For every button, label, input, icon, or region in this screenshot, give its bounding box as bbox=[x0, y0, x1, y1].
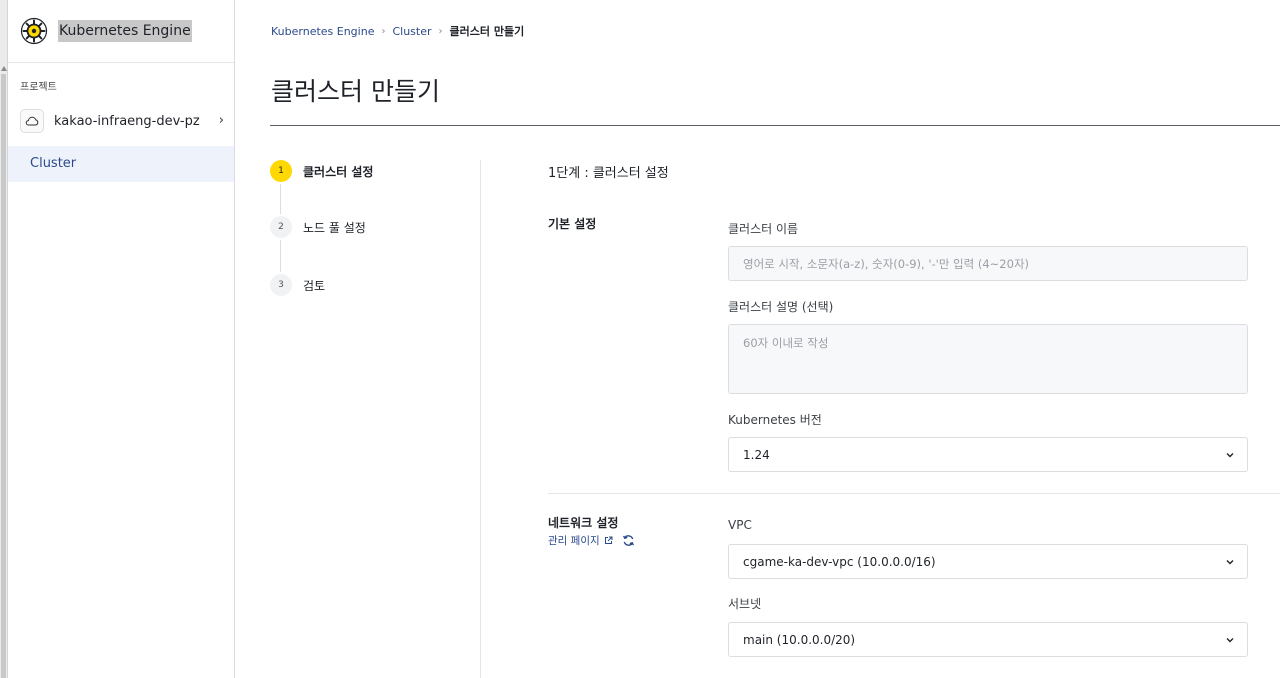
scrollbar-thumb[interactable] bbox=[1, 74, 6, 678]
title-divider bbox=[270, 125, 1280, 126]
step-label: 노드 풀 설정 bbox=[303, 220, 366, 235]
sidebar-divider bbox=[8, 62, 234, 63]
refresh-icon[interactable] bbox=[622, 534, 635, 547]
project-section-label: 프로젝트 bbox=[20, 82, 57, 93]
section-title-basic: 기본 설정 bbox=[548, 217, 597, 231]
step-node-pool-settings[interactable]: 2 노드 풀 설정 bbox=[270, 216, 470, 238]
kubernetes-version-label: Kubernetes 버전 bbox=[728, 413, 822, 427]
project-name: kakao-infraeng-dev-pz bbox=[54, 113, 200, 129]
step-number: 2 bbox=[270, 216, 292, 238]
step-label: 검토 bbox=[303, 278, 326, 293]
cloud-icon bbox=[25, 116, 39, 126]
cluster-name-input[interactable]: 영어로 시작, 소문자(a-z), 숫자(0-9), '-'만 입력 (4~20… bbox=[728, 246, 1248, 281]
project-selector[interactable]: kakao-infraeng-dev-pz › bbox=[20, 108, 226, 134]
step-review[interactable]: 3 검토 bbox=[270, 274, 470, 296]
step-number: 1 bbox=[270, 160, 292, 182]
subnet-select[interactable]: main (10.0.0.0/20) bbox=[728, 622, 1248, 657]
step-connector bbox=[280, 184, 281, 214]
subnet-label: 서브넷 bbox=[728, 597, 762, 611]
brand-name: Kubernetes Engine bbox=[58, 20, 192, 42]
cluster-name-label: 클러스터 이름 bbox=[728, 222, 799, 236]
chevron-down-icon bbox=[1226, 560, 1234, 565]
scroll-up-arrow-icon[interactable] bbox=[1, 66, 7, 71]
external-link-icon bbox=[604, 536, 613, 544]
breadcrumb-separator-icon: › bbox=[381, 25, 386, 37]
section-title-network: 네트워크 설정 bbox=[548, 516, 619, 530]
select-value: main (10.0.0.0/20) bbox=[743, 632, 856, 647]
sidebar: Kubernetes Engine 프로젝트 kakao-infraeng-de… bbox=[8, 0, 235, 678]
breadcrumb-link-kubernetes-engine[interactable]: Kubernetes Engine bbox=[271, 25, 374, 38]
cluster-desc-label: 클러스터 설명 (선택) bbox=[728, 300, 834, 314]
breadcrumb-separator-icon: › bbox=[438, 25, 443, 37]
step-label: 클러스터 설정 bbox=[303, 164, 374, 179]
brand[interactable]: Kubernetes Engine bbox=[20, 14, 192, 48]
cluster-desc-textarea[interactable]: 60자 이내로 작성 bbox=[728, 324, 1248, 394]
sidebar-item-label: Cluster bbox=[30, 156, 77, 171]
chevron-down-icon bbox=[1226, 638, 1234, 643]
sidebar-item-cluster[interactable]: Cluster bbox=[8, 146, 234, 182]
manage-page-link-label: 관리 페이지 bbox=[548, 535, 600, 547]
chevron-right-icon: › bbox=[218, 113, 224, 128]
step-number: 3 bbox=[270, 274, 292, 296]
window-scrollbar[interactable] bbox=[0, 0, 8, 678]
section-divider bbox=[548, 493, 1280, 494]
select-value: cgame-ka-dev-vpc (10.0.0.0/16) bbox=[743, 554, 936, 569]
step-cluster-settings[interactable]: 1 클러스터 설정 bbox=[270, 160, 470, 182]
step-connector bbox=[280, 240, 281, 272]
kubernetes-logo-icon bbox=[20, 17, 48, 45]
page-title: 클러스터 만들기 bbox=[271, 77, 440, 106]
chevron-down-icon bbox=[1226, 453, 1234, 458]
breadcrumb-current: 클러스터 만들기 bbox=[449, 25, 525, 38]
kubernetes-version-select[interactable]: 1.24 bbox=[728, 437, 1248, 472]
select-value: 1.24 bbox=[743, 447, 770, 462]
stepper-divider bbox=[480, 160, 481, 678]
breadcrumb: Kubernetes Engine › Cluster › 클러스터 만들기 bbox=[271, 23, 524, 39]
breadcrumb-link-cluster[interactable]: Cluster bbox=[392, 25, 431, 38]
form-step-title: 1단계 : 클러스터 설정 bbox=[548, 166, 669, 181]
manage-page-link[interactable]: 관리 페이지 bbox=[548, 533, 635, 548]
vpc-label: VPC bbox=[728, 518, 752, 532]
vpc-select[interactable]: cgame-ka-dev-vpc (10.0.0.0/16) bbox=[728, 544, 1248, 579]
project-icon-box bbox=[20, 109, 44, 133]
